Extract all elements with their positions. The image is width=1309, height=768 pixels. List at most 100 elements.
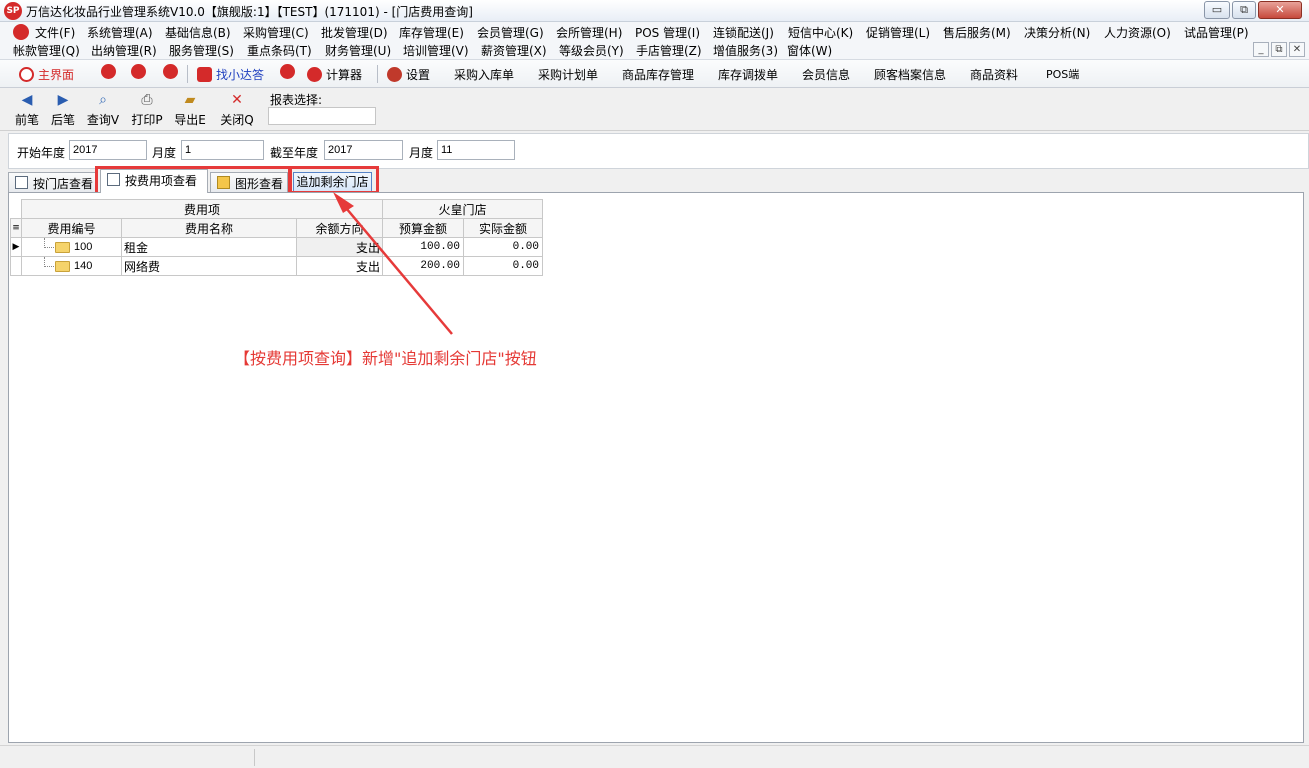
end-month-input[interactable]: 11 [437,140,515,160]
menu-promotion[interactable]: 促销管理(L) [866,24,930,41]
folder-icon [55,261,70,272]
menu-pos[interactable]: POS 管理(I) [635,24,700,41]
menu-system[interactable]: 系统管理(A) [87,24,153,41]
quick-toolbar: 主界面 找小达答 计算器 设置 采购入库单 采购计划单 商品库存管理 库存调拨单… [0,60,1309,88]
lock-icon[interactable] [101,64,116,79]
menu-value-added[interactable]: 增值服务(3) [713,42,778,59]
link-product-data[interactable]: 商品资料 [970,64,1018,84]
menu-store[interactable]: 手店管理(Z) [636,42,702,59]
title-bar: SP 万信达化妆品行业管理系统V10.0【旗舰版:1】【TEST】(171101… [0,0,1309,22]
toolbar-divider [377,65,378,83]
export-button[interactable]: ▰ 导出E [171,90,209,128]
menu-club[interactable]: 会所管理(H) [556,24,622,41]
col-balance-direction[interactable]: 余额方向 [296,218,383,238]
menu-decision[interactable]: 决策分析(N) [1024,24,1090,41]
heart-icon[interactable] [163,64,178,79]
folder-icon [55,242,70,253]
restore-button[interactable]: ⧉ [1232,1,1256,19]
house-icon[interactable] [280,64,295,79]
tab-by-fee-label: 按费用项查看 [125,174,198,188]
menu-training[interactable]: 培训管理(V) [403,42,469,59]
menu-purchase[interactable]: 采购管理(C) [243,24,309,41]
print-button[interactable]: ⎙ 打印P [128,90,166,128]
action-bar: ◀ 前笔 ▶ 后笔 ⌕ 查询V ⎙ 打印P ▰ 导出E ✕ 关闭Q [0,88,1309,131]
link-stock-transfer[interactable]: 库存调拨单 [718,64,778,84]
menu-inventory[interactable]: 库存管理(E) [399,24,464,41]
menu-basic-info[interactable]: 基础信息(B) [165,24,231,41]
link-member-info[interactable]: 会员信息 [802,64,850,84]
query-button[interactable]: ⌕ 查询V [84,90,122,128]
budget-amount-cell[interactable]: 200.00 [382,256,464,276]
menu-after-sales[interactable]: 售后服务(M) [943,24,1011,41]
menu-sms[interactable]: 短信中心(K) [788,24,853,41]
menu-finance[interactable]: 财务管理(U) [325,42,391,59]
actual-amount-cell[interactable]: 0.00 [463,256,543,276]
calculator-button[interactable]: 计算器 [307,64,362,84]
link-pos[interactable]: POS端 [1046,64,1079,84]
menu-chain[interactable]: 连锁配送(J) [713,24,774,41]
tab-by-store[interactable]: 按门店查看 [8,172,96,193]
col-fee-code[interactable]: 费用编号 [21,218,122,238]
chat-icon[interactable] [131,64,146,79]
menu-cashier[interactable]: 出纳管理(R) [91,42,157,59]
home-label: 主界面 [38,67,75,82]
table-row[interactable]: 140 网络费 支出 200.00 0.00 [10,256,543,276]
report-select[interactable] [268,107,376,125]
fee-name-cell[interactable]: 租金 [121,237,297,257]
prev-record-button[interactable]: ◀ 前笔 [8,90,46,128]
app-logo-icon: SP [4,2,22,20]
settings-button[interactable]: 设置 [387,64,430,84]
menu-member[interactable]: 会员管理(G) [477,24,544,41]
end-year-input[interactable]: 2017 [324,140,403,160]
link-purchase-plan[interactable]: 采购计划单 [538,64,598,84]
menu-service[interactable]: 服务管理(S) [169,42,234,59]
link-customer-records[interactable]: 顾客档案信息 [874,64,946,84]
grid-column-header: ≡ 费用编号 费用名称 余额方向 预算金额 实际金额 [10,218,543,238]
mdi-close-button[interactable]: ✕ [1289,42,1305,57]
menu-samples[interactable]: 试品管理(P) [1184,24,1249,41]
col-fee-name[interactable]: 费用名称 [121,218,297,238]
fee-code: 140 [74,260,93,272]
menu-level-member[interactable]: 等级会员(Y) [559,42,624,59]
report-select-label: 报表选择: [270,93,323,107]
mdi-restore-button[interactable]: ⧉ [1271,42,1287,57]
menu-accounts[interactable]: 帐款管理(Q) [13,42,80,59]
menu-barcode[interactable]: 重点条码(T) [247,42,312,59]
menu-window[interactable]: 窗体(W) [787,42,832,59]
start-year-input[interactable]: 2017 [69,140,147,160]
calculator-label: 计算器 [326,67,363,82]
find-helper-button[interactable]: 找小达答 [197,64,264,84]
menu-salary[interactable]: 薪资管理(X) [481,42,547,59]
fee-code-cell[interactable]: 140 [21,256,122,276]
menu-wholesale[interactable]: 批发管理(D) [321,24,388,41]
col-actual-amount[interactable]: 实际金额 [463,218,543,238]
home-button[interactable]: 主界面 [19,64,74,84]
calculator-icon [307,66,322,82]
col-budget-amount[interactable]: 预算金额 [382,218,464,238]
menu-hr[interactable]: 人力资源(O) [1104,24,1171,41]
next-record-button[interactable]: ▶ 后笔 [44,90,82,128]
fee-code-cell[interactable]: 100 [21,237,122,257]
fee-name-cell[interactable]: 网络费 [121,256,297,276]
balance-direction-cell[interactable]: 支出 [296,237,383,257]
balance-direction-cell[interactable]: 支出 [296,256,383,276]
actual-amount-cell[interactable]: 0.00 [463,237,543,257]
status-cell [0,749,255,766]
budget-amount-cell[interactable]: 100.00 [382,237,464,257]
tab-by-fee[interactable]: 按费用项查看 [100,169,208,193]
link-purchase-receipt[interactable]: 采购入库单 [454,64,514,84]
start-month-input[interactable]: 1 [181,140,264,160]
table-row[interactable]: ▶ 100 租金 支出 100.00 0.00 [10,237,543,257]
find-helper-label: 找小达答 [216,67,265,82]
link-stock-management[interactable]: 商品库存管理 [622,64,694,84]
menu-file[interactable]: 文件(F) [35,24,75,41]
minimize-button[interactable]: ▭ [1204,1,1230,19]
mdi-minimize-button[interactable]: _ [1253,42,1269,57]
row-header-icon[interactable]: ≡ [10,218,22,238]
close-form-button[interactable]: ✕ 关闭Q [218,90,256,128]
prev-label: 前笔 [14,113,39,127]
group-fee-header: 费用项 [21,199,383,219]
close-window-button[interactable]: ✕ [1258,1,1302,19]
grid-corner [10,199,22,219]
filter-bar: 开始年度 2017 月度 1 截至年度 2017 月度 11 [8,133,1309,169]
